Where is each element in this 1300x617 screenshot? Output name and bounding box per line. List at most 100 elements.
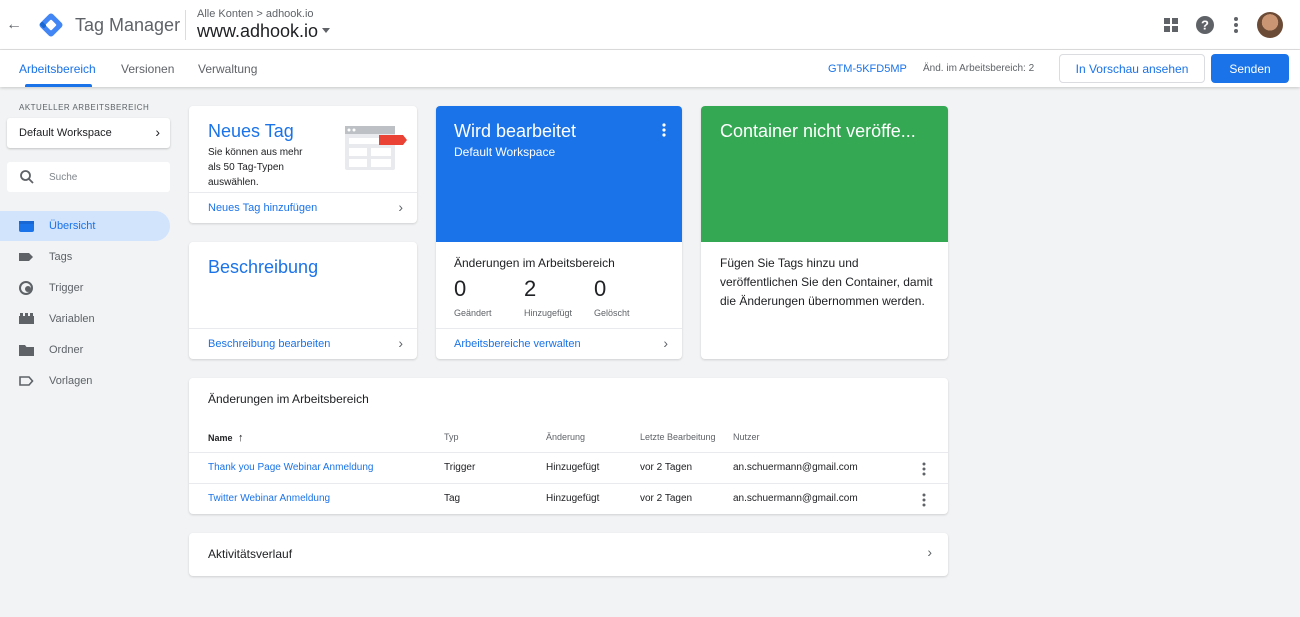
edit-description-label: Beschreibung bearbeiten (208, 338, 331, 350)
sort-ascending-icon[interactable]: ↑ (238, 432, 244, 444)
breadcrumb[interactable]: Alle Konten > adhook.io (197, 8, 314, 20)
row-user: an.schuermann@gmail.com (733, 493, 858, 504)
unpublished-title: Container nicht veröffe... (720, 121, 916, 141)
add-new-tag-label: Neues Tag hinzufügen (208, 202, 318, 214)
search-icon (20, 170, 34, 184)
arrow-back-icon[interactable]: ← (6, 16, 22, 34)
stat-added-value: 2 (524, 276, 537, 301)
tab-bar: Arbeitsbereich Versionen Verwaltung GTM-… (0, 50, 1300, 87)
search-input[interactable] (49, 168, 164, 186)
column-header-change[interactable]: Änderung (546, 432, 585, 442)
manage-workspaces-label: Arbeitsbereiche verwalten (454, 338, 581, 350)
edit-description-link[interactable]: Beschreibung bearbeiten › (189, 328, 417, 359)
row-type: Tag (444, 493, 461, 504)
container-id-link[interactable]: GTM-5KFD5MP (828, 63, 907, 75)
stat-added-label: Hinzugefügt (524, 308, 573, 318)
table-row: Thank you Page Webinar Anmeldung Trigger… (189, 452, 948, 483)
new-tag-card: Neues Tag Sie können aus mehr als 50 Tag… (189, 106, 417, 223)
caret-down-icon[interactable] (322, 28, 330, 33)
tag-manager-logo (39, 13, 63, 37)
sidebar-item-label: Übersicht (49, 220, 96, 232)
workspace-changes-heading: Änderungen im Arbeitsbereich (454, 256, 615, 270)
more-vert-icon[interactable] (920, 461, 928, 477)
breadcrumb-separator: > (256, 8, 263, 20)
trigger-icon (19, 281, 33, 295)
sidebar-item-tags[interactable]: Tags (0, 242, 170, 272)
sidebar-item-label: Tags (49, 251, 73, 263)
manage-workspaces-link[interactable]: Arbeitsbereiche verwalten › (436, 328, 682, 359)
chevron-right-icon: › (398, 199, 403, 215)
chevron-right-icon: › (663, 335, 668, 351)
row-last-edit: vor 2 Tagen (640, 462, 693, 473)
column-header-last-edit[interactable]: Letzte Bearbeitung (640, 432, 716, 442)
chevron-right-icon: › (927, 544, 932, 560)
help-icon[interactable]: ? (1194, 14, 1216, 36)
editing-workspace-name: Default Workspace (454, 145, 556, 159)
sidebar-item-variables[interactable]: Variablen (0, 304, 170, 334)
svg-text:?: ? (1201, 18, 1209, 33)
editing-workspace-card: Wird bearbeitet Default Workspace Änderu… (436, 106, 682, 359)
header-divider (185, 10, 186, 40)
activity-history-card[interactable]: Aktivitätsverlauf › (189, 533, 948, 576)
column-label: Name (208, 433, 233, 443)
stat-deleted-label: Gelöscht (594, 308, 630, 318)
send-button[interactable]: Senden (1211, 54, 1289, 83)
row-name-link[interactable]: Twitter Webinar Anmeldung (208, 493, 330, 504)
row-change: Hinzugefügt (546, 462, 600, 473)
description-title: Beschreibung (208, 257, 319, 277)
template-icon (19, 376, 34, 386)
row-user: an.schuermann@gmail.com (733, 462, 858, 473)
activity-title: Aktivitätsverlauf (208, 547, 293, 561)
editing-title: Wird bearbeitet (454, 121, 577, 141)
new-tag-title: Neues Tag (208, 121, 294, 141)
more-vert-icon[interactable] (660, 122, 668, 138)
breadcrumb-account[interactable]: Alle Konten (197, 8, 253, 20)
chevron-right-icon: › (398, 335, 403, 351)
tag-icon (19, 253, 33, 261)
unpublished-body: Fügen Sie Tags hinzu und veröffentlichen… (720, 256, 933, 308)
preview-button[interactable]: In Vorschau ansehen (1059, 54, 1205, 83)
top-app-bar: ← Tag Manager Alle Konten > adhook.io ww… (0, 0, 1300, 50)
chevron-right-icon: › (155, 124, 160, 140)
sidebar-item-overview[interactable]: Übersicht (0, 211, 170, 241)
description-card: Beschreibung Beschreibung bearbeiten › (189, 242, 417, 359)
apps-grid-icon[interactable] (1160, 14, 1182, 36)
row-name-link[interactable]: Thank you Page Webinar Anmeldung (208, 462, 373, 473)
sidebar-item-folders[interactable]: Ordner (0, 335, 170, 365)
variables-icon (19, 313, 34, 324)
column-header-user[interactable]: Nutzer (733, 432, 760, 442)
overview-icon (19, 221, 34, 232)
active-tab-indicator (25, 84, 92, 87)
breadcrumb-container[interactable]: adhook.io (266, 8, 314, 20)
tab-admin[interactable]: Verwaltung (198, 62, 257, 76)
new-tag-illustration-icon (345, 126, 407, 170)
workspace-changes-count: Änd. im Arbeitsbereich: 2 (923, 63, 1035, 74)
workspace-label: AKTUELLER ARBEITSBEREICH (19, 103, 150, 112)
container-selector[interactable]: www.adhook.io (197, 21, 318, 42)
sidebar-item-templates[interactable]: Vorlagen (0, 366, 170, 396)
sidebar-item-label: Vorlagen (49, 375, 93, 387)
stat-deleted-value: 0 (594, 276, 607, 301)
tab-workspace[interactable]: Arbeitsbereich (19, 62, 96, 76)
add-new-tag-link[interactable]: Neues Tag hinzufügen › (189, 192, 417, 223)
workspace-changes-table: Änderungen im Arbeitsbereich Name ↑ Typ … (189, 378, 948, 514)
row-change: Hinzugefügt (546, 493, 600, 504)
new-tag-description: Sie können aus mehr als 50 Tag-Typen aus… (208, 147, 303, 188)
app-name: Tag Manager (75, 15, 181, 35)
row-type: Trigger (444, 462, 476, 473)
table-row: Twitter Webinar Anmeldung Tag Hinzugefüg… (189, 483, 948, 514)
column-header-type[interactable]: Typ (444, 432, 459, 442)
workspace-selector[interactable]: Default Workspace › (7, 118, 170, 148)
more-vert-icon[interactable] (920, 492, 928, 508)
stat-changed-label: Geändert (454, 308, 492, 318)
tab-versions[interactable]: Versionen (121, 62, 174, 76)
stat-changed-value: 0 (454, 276, 467, 301)
more-vert-icon[interactable] (1225, 14, 1247, 36)
search-box[interactable] (7, 162, 170, 192)
row-last-edit: vor 2 Tagen (640, 493, 693, 504)
sidebar-item-label: Trigger (49, 282, 84, 294)
sidebar-item-label: Ordner (49, 344, 84, 356)
avatar[interactable] (1257, 12, 1283, 38)
column-header-name[interactable]: Name ↑ (208, 432, 244, 444)
sidebar-item-trigger[interactable]: Trigger (0, 273, 170, 303)
